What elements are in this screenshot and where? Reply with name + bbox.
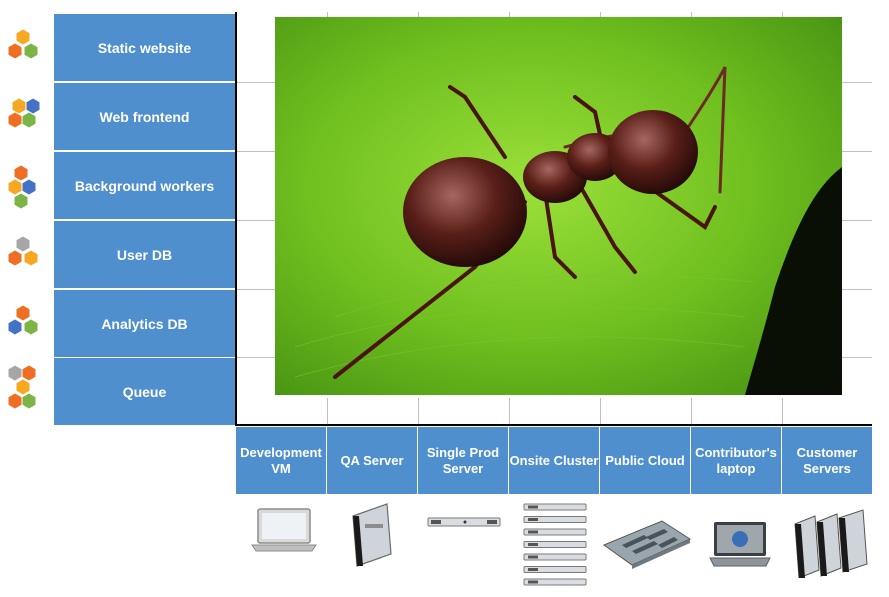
hexagon-cluster-icon [8, 98, 40, 128]
server-stack-icon [523, 503, 587, 586]
motherboard-icon [602, 520, 692, 569]
grid-tick [842, 289, 872, 290]
grid-tick [691, 398, 692, 424]
hexagon-cluster-icon [8, 365, 36, 409]
hexagon [8, 250, 22, 266]
hexagon [24, 250, 38, 266]
hexagon [8, 43, 22, 59]
row-label-web-frontend: Web frontend [54, 83, 235, 150]
hexagon [12, 98, 26, 114]
hexagon [8, 393, 22, 409]
grid-tick [237, 289, 275, 290]
hexagon-cluster-icon [8, 236, 38, 266]
hexagon [8, 112, 22, 128]
blade-servers-icon [794, 509, 868, 578]
grid-tick [237, 220, 275, 221]
hexagon [8, 179, 22, 195]
grid-tick [237, 151, 275, 152]
row-label-analytics-db: Analytics DB [54, 290, 235, 357]
hexagon [16, 29, 30, 45]
row-label-queue: Queue [54, 358, 235, 425]
col-label-public-cloud: Public Cloud [600, 427, 690, 494]
col-label-single-prod-server: Single Prod Server [418, 427, 508, 494]
grid-tick [782, 398, 783, 424]
hexagon-cluster-icon [8, 305, 38, 335]
hexagon-cluster-icon [8, 165, 36, 209]
hexagon [24, 43, 38, 59]
col-label-development-vm: Development VM [236, 427, 326, 494]
horizontal-axis [235, 424, 872, 426]
hexagon [22, 179, 36, 195]
grid-tick [842, 220, 872, 221]
col-label-onsite-cluster: Onsite Cluster [509, 427, 599, 494]
rack-server-icon [427, 517, 501, 527]
grid-tick [842, 151, 872, 152]
grid-tick [418, 398, 419, 424]
hexagon [16, 379, 30, 395]
vertical-axis [235, 12, 237, 425]
hexagon [16, 305, 30, 321]
grid-tick [842, 82, 872, 83]
hexagon [8, 319, 22, 335]
hexagon [24, 319, 38, 335]
blade-server-icon [352, 503, 392, 567]
hexagon [26, 98, 40, 114]
grid-tick [842, 357, 872, 358]
row-label-static-website: Static website [54, 14, 235, 81]
row-label-background-workers: Background workers [54, 152, 235, 219]
hexagon [22, 393, 36, 409]
hexagon [14, 165, 28, 181]
ant-photo [275, 17, 842, 395]
hexagon [22, 365, 36, 381]
grid-tick [237, 357, 275, 358]
grid-tick [237, 82, 275, 83]
dell-laptop-icon [709, 522, 771, 567]
col-label-customer-servers: Customer Servers [782, 427, 872, 494]
row-label-user-db: User DB [54, 221, 235, 288]
col-label-contributors-laptop: Contributor's laptop [691, 427, 781, 494]
hexagon [16, 236, 30, 252]
grid-tick [600, 398, 601, 424]
grid-tick [509, 398, 510, 424]
hexagon [8, 365, 22, 381]
grid-tick [327, 398, 328, 424]
hexagon [22, 112, 36, 128]
laptop-icon [251, 508, 317, 552]
hexagon [14, 193, 28, 209]
col-label-qa-server: QA Server [327, 427, 417, 494]
hexagon-cluster-icon [8, 29, 38, 59]
